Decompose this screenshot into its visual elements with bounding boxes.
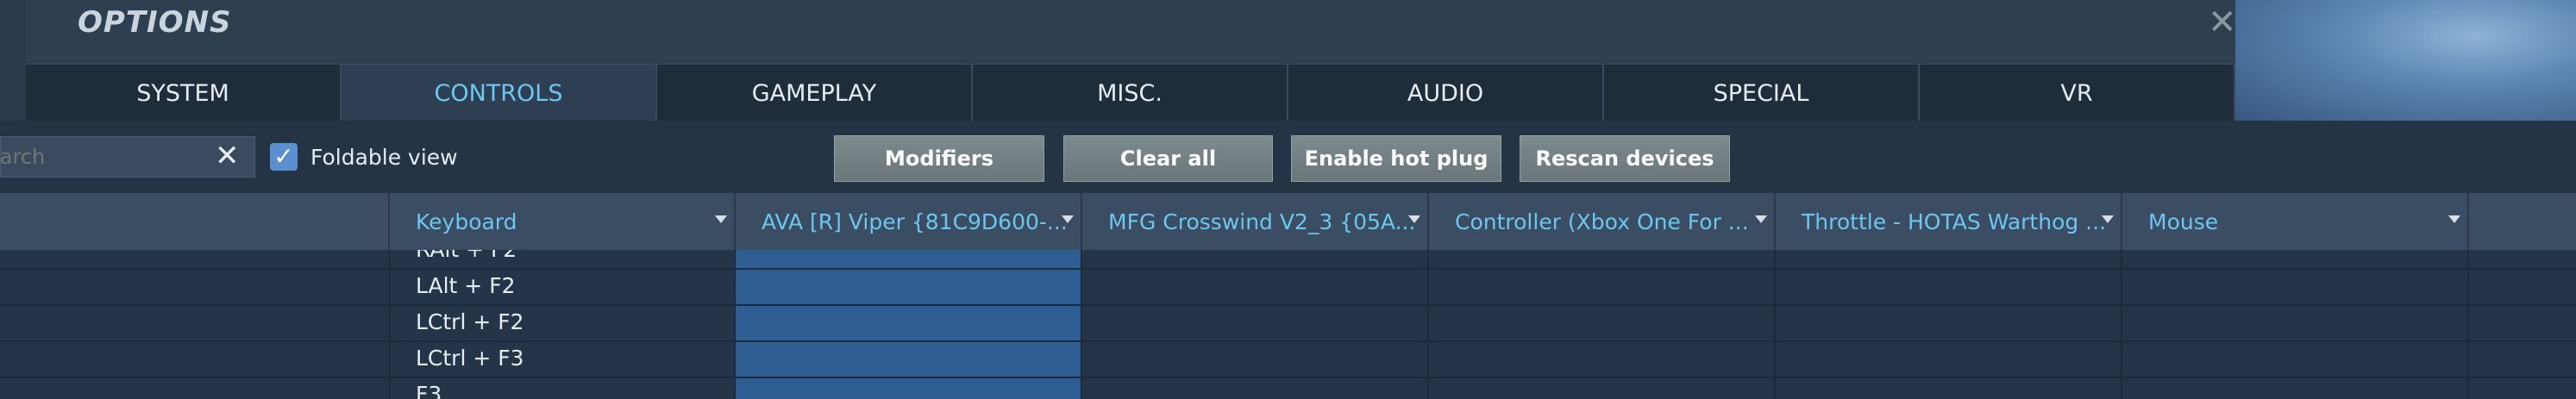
column-header-label: Controller (Xbox One For ... bbox=[1455, 209, 1749, 234]
controls-toolbar: ✕ ✓ Foldable view Modifiers Clear all En… bbox=[0, 121, 2576, 193]
column-divider bbox=[734, 250, 736, 399]
column-header-controller[interactable]: Controller (Xbox One For ... bbox=[1429, 193, 1776, 250]
tab-system[interactable]: SYSTEM bbox=[26, 65, 342, 122]
table-row[interactable]: LAlt + F2 bbox=[0, 268, 2576, 306]
dropdown-arrow-icon[interactable] bbox=[715, 215, 727, 223]
foldable-view-label: Foldable view bbox=[310, 145, 458, 170]
table-row[interactable]: LCtrl + F3 bbox=[0, 340, 2576, 378]
tab-special[interactable]: SPECIAL bbox=[1604, 65, 1920, 122]
column-divider bbox=[1081, 250, 1082, 399]
column-divider bbox=[2121, 250, 2122, 399]
column-header-label: Throttle - HOTAS Warthog ... bbox=[1802, 209, 2107, 234]
tab-audio[interactable]: AUDIO bbox=[1288, 65, 1604, 122]
column-header-label: Keyboard bbox=[416, 209, 517, 234]
tab-controls[interactable]: CONTROLS bbox=[342, 65, 657, 122]
dropdown-arrow-icon[interactable] bbox=[1755, 215, 1767, 223]
search-input[interactable] bbox=[1, 137, 199, 177]
table-row[interactable]: RAlt + F2 bbox=[0, 250, 2576, 270]
tab-bar: SYSTEM CONTROLS GAMEPLAY MISC. AUDIO SPE… bbox=[26, 64, 2235, 122]
column-header-action[interactable] bbox=[0, 193, 390, 250]
column-divider bbox=[1774, 250, 1776, 399]
column-header-throttle[interactable]: Throttle - HOTAS Warthog ... bbox=[1776, 193, 2122, 250]
table-row[interactable]: LCtrl + F2 bbox=[0, 304, 2576, 342]
column-header-mouse[interactable]: Mouse bbox=[2122, 193, 2469, 250]
dropdown-arrow-icon[interactable] bbox=[2102, 215, 2114, 223]
keyboard-binding[interactable]: RAlt + F2 bbox=[416, 250, 517, 268]
modifiers-button[interactable]: Modifiers bbox=[834, 135, 1044, 182]
search-box: ✕ bbox=[0, 136, 255, 178]
tab-vr[interactable]: VR bbox=[1920, 65, 2235, 122]
column-divider bbox=[2467, 250, 2469, 399]
keyboard-binding[interactable]: LCtrl + F2 bbox=[416, 304, 524, 340]
options-window-header: OPTIONS ✕ bbox=[26, 0, 2237, 64]
keyboard-binding[interactable]: F3 bbox=[416, 377, 442, 399]
clear-search-icon[interactable]: ✕ bbox=[215, 139, 240, 173]
clear-all-button[interactable]: Clear all bbox=[1063, 135, 1273, 182]
foldable-view-checkbox[interactable]: ✓ bbox=[270, 143, 298, 171]
tab-gameplay[interactable]: GAMEPLAY bbox=[657, 65, 973, 122]
column-header-label: AVA [R] Viper {81C9D600-... bbox=[762, 209, 1068, 234]
column-divider bbox=[1427, 250, 1429, 399]
rescan-devices-button[interactable]: Rescan devices bbox=[1520, 135, 1730, 182]
column-header-label: MFG Crosswind V2_3 {05A... bbox=[1108, 209, 1416, 234]
tab-misc[interactable]: MISC. bbox=[973, 65, 1288, 122]
keyboard-binding[interactable]: LCtrl + F3 bbox=[416, 340, 524, 377]
dropdown-arrow-icon[interactable] bbox=[1062, 215, 1074, 223]
background-sky bbox=[2235, 0, 2576, 121]
window-title: OPTIONS bbox=[78, 5, 232, 40]
enable-hot-plug-button[interactable]: Enable hot plug bbox=[1291, 135, 1501, 182]
column-header-viper[interactable]: AVA [R] Viper {81C9D600-... bbox=[736, 193, 1082, 250]
table-row[interactable]: F3 bbox=[0, 377, 2576, 399]
keyboard-binding[interactable]: LAlt + F2 bbox=[416, 268, 515, 304]
column-header-crosswind[interactable]: MFG Crosswind V2_3 {05A... bbox=[1082, 193, 1429, 250]
dropdown-arrow-icon[interactable] bbox=[1408, 215, 1420, 223]
bindings-grid: RAlt + F2 LAlt + F2 LCtrl + F2 LCtrl + F… bbox=[0, 250, 2576, 399]
grid-header: Keyboard AVA [R] Viper {81C9D600-... MFG… bbox=[0, 193, 2576, 250]
close-icon[interactable]: ✕ bbox=[2208, 3, 2237, 41]
dropdown-arrow-icon[interactable] bbox=[2448, 215, 2460, 223]
column-header-label: Mouse bbox=[2148, 209, 2219, 234]
column-header-keyboard[interactable]: Keyboard bbox=[390, 193, 736, 250]
column-divider bbox=[389, 250, 391, 399]
